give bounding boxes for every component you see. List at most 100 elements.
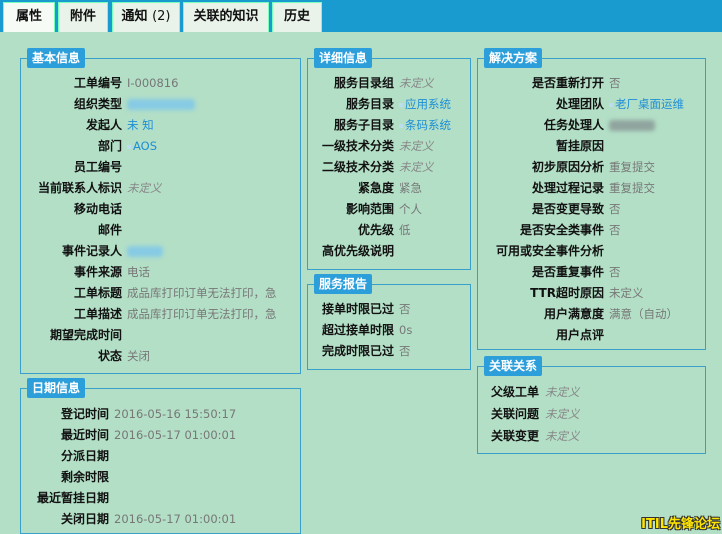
solution-value: 否 bbox=[609, 76, 621, 90]
redacted-value bbox=[127, 246, 163, 257]
dates-label: 登记时间 bbox=[60, 407, 109, 421]
basic-value[interactable] bbox=[127, 241, 163, 261]
solution-label: 是否变更导致 bbox=[531, 202, 604, 216]
link-text[interactable]: AOS bbox=[133, 139, 157, 153]
basic-label: 事件来源 bbox=[73, 265, 122, 279]
dates-value: 2016-05-16 15:50:17 bbox=[114, 407, 237, 421]
dates-label: 剩余时限 bbox=[60, 470, 109, 484]
redacted-value bbox=[127, 99, 195, 110]
tab-label: 附件 bbox=[69, 9, 96, 24]
basic-label: 邮件 bbox=[97, 223, 122, 237]
detail-value: 未定义 bbox=[399, 139, 434, 153]
solution-label: 是否重新打开 bbox=[531, 76, 604, 90]
tab-notifications[interactable]: 通知 (2) bbox=[112, 2, 180, 32]
relations-value: 未定义 bbox=[545, 429, 580, 443]
solution-label: 是否重复事件 bbox=[531, 265, 604, 279]
detail-info-title: 详细信息 bbox=[314, 48, 373, 68]
basic-label: 员工编号 bbox=[73, 160, 122, 174]
solution-label: 处理过程记录 bbox=[531, 181, 604, 195]
link-text[interactable]: 老厂桌面运维 bbox=[615, 97, 684, 111]
basic-value: I-000816 bbox=[127, 76, 179, 90]
relations-label: 关联问题 bbox=[490, 407, 539, 421]
solution-label: 用户点评 bbox=[555, 328, 604, 342]
basic-value[interactable]: 未 知 bbox=[127, 115, 154, 135]
service-report-title: 服务报告 bbox=[314, 274, 373, 294]
relations-value: 未定义 bbox=[545, 385, 580, 399]
basic-value[interactable]: AOS bbox=[127, 136, 157, 156]
basic-label: 期望完成时间 bbox=[49, 328, 122, 342]
basic-label: 事件记录人 bbox=[61, 244, 122, 258]
basic-value: 关闭 bbox=[127, 349, 150, 363]
link-bullet-icon bbox=[609, 102, 613, 107]
service_report-value: 否 bbox=[399, 302, 411, 316]
solution-label: TTR超时原因 bbox=[530, 286, 604, 300]
link-bullet-icon bbox=[399, 123, 403, 128]
solution-title: 解决方案 bbox=[484, 48, 543, 68]
detail-label: 二级技术分类 bbox=[321, 160, 394, 174]
watermark-text: ITIL先锋论坛 bbox=[641, 517, 720, 532]
solution-label: 可用或安全事件分析 bbox=[495, 244, 604, 258]
link-text[interactable]: 应用系统 bbox=[405, 97, 451, 111]
detail-label: 服务子目录 bbox=[333, 118, 394, 132]
tab-label: 历史 bbox=[283, 9, 310, 24]
dates-value: 2016-05-17 01:00:01 bbox=[114, 428, 237, 442]
dates-label: 最近暂挂日期 bbox=[36, 491, 109, 505]
detail-value[interactable]: 条码系统 bbox=[399, 115, 451, 135]
basic-label: 状态 bbox=[97, 349, 122, 363]
solution-value[interactable]: 老厂桌面运维 bbox=[609, 94, 684, 114]
detail-label: 高优先级说明 bbox=[321, 244, 394, 258]
tab-label: 属性 bbox=[15, 9, 42, 24]
solution-label: 任务处理人 bbox=[543, 118, 604, 132]
service_report-label: 超过接单时限 bbox=[321, 323, 394, 337]
tab-label: 关联的知识 bbox=[193, 9, 259, 24]
detail-label: 影响范围 bbox=[345, 202, 394, 216]
detail-label: 优先级 bbox=[357, 223, 394, 237]
tab-attachments[interactable]: 附件 bbox=[58, 2, 108, 32]
relations-label: 关联变更 bbox=[490, 429, 539, 443]
detail-value: 未定义 bbox=[399, 76, 434, 90]
tab-bar: 属性 附件 通知 (2) 关联的知识 历史 bbox=[0, 0, 722, 32]
basic-value: 未定义 bbox=[127, 181, 162, 195]
detail-value: 紧急 bbox=[399, 181, 422, 195]
notification-count: (2) bbox=[152, 9, 171, 24]
service_report-value: 0s bbox=[399, 323, 413, 337]
dates-label: 最近时间 bbox=[60, 428, 109, 442]
solution-value: 否 bbox=[609, 223, 621, 237]
basic-value[interactable] bbox=[127, 94, 195, 114]
detail-label: 服务目录 bbox=[345, 97, 394, 111]
basic-label: 部门 bbox=[97, 139, 122, 153]
relations-label: 父级工单 bbox=[490, 385, 539, 399]
relations-title: 关联关系 bbox=[484, 356, 543, 376]
link-text[interactable]: 条码系统 bbox=[405, 118, 451, 132]
tab-related-knowledge[interactable]: 关联的知识 bbox=[183, 2, 269, 32]
solution-value bbox=[609, 115, 655, 135]
basic-info-title: 基本信息 bbox=[27, 48, 86, 68]
detail-label: 紧急度 bbox=[357, 181, 394, 195]
basic-label: 移动电话 bbox=[73, 202, 122, 216]
basic-label: 工单编号 bbox=[73, 76, 122, 90]
detail-value: 个人 bbox=[399, 202, 422, 216]
service_report-value: 否 bbox=[399, 344, 411, 358]
detail-value: 低 bbox=[399, 223, 411, 237]
detail-value[interactable]: 应用系统 bbox=[399, 94, 451, 114]
solution-value: 否 bbox=[609, 202, 621, 216]
link-text[interactable]: 未 知 bbox=[127, 118, 154, 132]
dates-value: 2016-05-17 01:00:01 bbox=[114, 512, 237, 526]
tab-properties[interactable]: 属性 bbox=[3, 2, 55, 32]
basic-value: 成品库打印订单无法打印，急 bbox=[127, 286, 277, 300]
solution-value: 否 bbox=[609, 265, 621, 279]
tab-history[interactable]: 历史 bbox=[272, 2, 322, 32]
date-info-title: 日期信息 bbox=[27, 378, 86, 398]
dates-label: 关闭日期 bbox=[60, 512, 109, 526]
link-bullet-icon bbox=[127, 144, 131, 149]
solution-value: 重复提交 bbox=[609, 181, 655, 195]
basic-value: 电话 bbox=[127, 265, 150, 279]
solution-label: 是否安全类事件 bbox=[519, 223, 604, 237]
solution-value: 未定义 bbox=[609, 286, 644, 300]
basic-label: 发起人 bbox=[85, 118, 122, 132]
solution-label: 暂挂原因 bbox=[555, 139, 604, 153]
detail-value: 未定义 bbox=[399, 160, 434, 174]
basic-label: 当前联系人标识 bbox=[37, 181, 122, 195]
link-bullet-icon bbox=[399, 102, 403, 107]
detail-label: 一级技术分类 bbox=[321, 139, 394, 153]
